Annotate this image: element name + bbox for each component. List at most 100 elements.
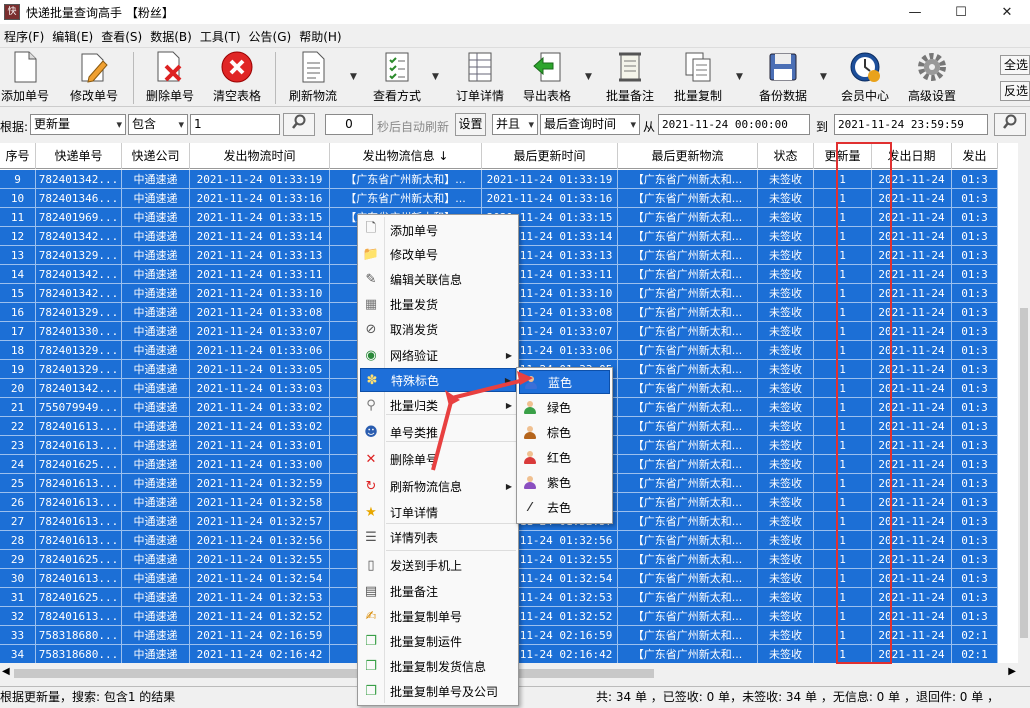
clear-table-button[interactable]: 清空表格	[210, 50, 264, 106]
vertical-scrollbar[interactable]	[1018, 143, 1030, 663]
context-menu-label: 刷新物流信息	[390, 479, 463, 494]
color-option-4[interactable]: 紫色	[519, 470, 610, 494]
context-menu-item-16[interactable]: ❐ 批量复制运件	[360, 629, 516, 653]
copy-dropdown-arrow[interactable]: ▼	[736, 72, 743, 82]
status-summary: 共: 34 单 ，已签收: 0 单，未签收: 34 单 ，无信息: 0 单 ，退…	[596, 690, 1000, 704]
menu-edit[interactable]: 编辑(E)	[48, 28, 97, 45]
select-all-button[interactable]: 全选	[1000, 55, 1030, 75]
context-menu-item-5[interactable]: ◉ 网络验证 ▶	[360, 343, 516, 367]
color-option-3[interactable]: 红色	[519, 445, 610, 469]
menu-program[interactable]: 程序(F)	[0, 28, 48, 45]
auto-refresh-seconds-input[interactable]: 0	[325, 114, 373, 135]
context-menu-item-0[interactable]: 🗋 添加单号	[360, 218, 516, 242]
view-mode-button[interactable]: 查看方式	[371, 50, 423, 106]
batch-note-button[interactable]: 批量备注	[603, 50, 657, 106]
order-detail-button[interactable]: 订单详情	[454, 50, 506, 106]
menu-notice[interactable]: 公告(G)	[245, 28, 296, 45]
color-option-2[interactable]: 棕色	[519, 420, 610, 444]
delete-number-button[interactable]: 删除单号	[144, 50, 196, 106]
cell-send-date: 2021-11-24	[872, 436, 952, 455]
filter-field-select[interactable]: 更新量	[30, 114, 126, 135]
advanced-settings-button[interactable]: 高级设置	[905, 50, 959, 106]
refresh-dropdown-arrow[interactable]: ▼	[350, 72, 357, 82]
scroll-left-arrow[interactable]: ◀	[2, 666, 10, 677]
from-date-input[interactable]: 2021-11-24 00:00:00	[658, 114, 810, 135]
color-option-1[interactable]: 绿色	[519, 395, 610, 419]
batch-copy-button[interactable]: 批量复制	[671, 50, 725, 106]
context-menu-item-11[interactable]: ★ 订单详情	[360, 500, 516, 524]
horizontal-scroll-thumb[interactable]	[14, 669, 654, 678]
context-menu-item-2[interactable]: ✎ 编辑关联信息	[360, 267, 516, 291]
cell-send-time: 2021-11-24 01:33:06	[190, 341, 330, 360]
context-menu-item-15[interactable]: ✍ 批量复制单号	[360, 604, 516, 628]
column-header-courier[interactable]: 快递公司	[122, 143, 190, 169]
member-center-button[interactable]: 会员中心	[838, 50, 892, 106]
context-menu-label: 详情列表	[390, 530, 439, 545]
add-number-button[interactable]: 添加单号	[0, 50, 50, 106]
backup-data-button[interactable]: 备份数据	[756, 50, 810, 106]
column-header-send-info[interactable]: 发出物流信息 ↓	[330, 143, 482, 169]
color-option-0[interactable]: 蓝色	[519, 370, 610, 394]
menu-data[interactable]: 数据(B)	[146, 28, 196, 45]
context-menu-item-1[interactable]: 📁 修改单号	[360, 242, 516, 266]
close-button[interactable]: ✕	[984, 0, 1030, 24]
column-header-seq[interactable]: 序号	[0, 143, 36, 169]
column-header-send-time[interactable]: 发出物流时间	[190, 143, 330, 169]
cell-tracking-number: 782401969...	[36, 208, 122, 227]
view-dropdown-arrow[interactable]: ▼	[432, 72, 439, 82]
context-menu-item-9[interactable]: ✕ 删除单号	[360, 447, 516, 471]
edit-number-button[interactable]: 修改单号	[68, 50, 120, 106]
table-row[interactable]: 9 782401342... 中通速递 2021-11-24 01:33:19 【广东省…	[0, 170, 998, 189]
context-menu-item-13[interactable]: ▯ 发送到手机上	[360, 553, 516, 577]
column-header-tracking-number[interactable]: 快递单号	[36, 143, 122, 169]
vertical-scroll-thumb[interactable]	[1020, 308, 1028, 638]
maximize-button[interactable]: ☐	[938, 0, 984, 24]
context-menu-item-17[interactable]: ❐ 批量复制发货信息	[360, 654, 516, 678]
filter-value-input[interactable]: 1	[190, 114, 280, 135]
column-header-send-extra[interactable]: 发出	[952, 143, 998, 169]
backup-dropdown-arrow[interactable]: ▼	[820, 72, 827, 82]
context-menu-item-6[interactable]: ✽ 特殊标色 ▶	[360, 368, 516, 392]
scroll-right-arrow[interactable]: ▶	[1008, 666, 1016, 677]
context-menu-item-12[interactable]: ☰ 详情列表	[360, 525, 516, 549]
cell-update-count: 1	[814, 379, 872, 398]
menu-help[interactable]: 帮助(H)	[295, 28, 345, 45]
cell-status: 未签收	[758, 474, 814, 493]
export-table-button[interactable]: 导出表格	[520, 50, 574, 106]
to-date-input[interactable]: 2021-11-24 23:59:59	[834, 114, 988, 135]
search-button[interactable]	[283, 113, 315, 136]
column-header-last-update-info[interactable]: 最后更新物流	[618, 143, 758, 169]
logic-select[interactable]: 并且	[492, 114, 538, 135]
filter-operator-select[interactable]: 包含	[128, 114, 188, 135]
context-menu: 🗋 添加单号 📁 修改单号 ✎ 编辑关联信息 ▦ 批量发货 ⊘ 取消发货 ◉ 网络验证 ▶ ✽ 特殊标色 ▶ ⚲…	[357, 214, 519, 706]
cell-status: 未签收	[758, 417, 814, 436]
cell-send-time: 2021-11-24 01:32:59	[190, 474, 330, 493]
auto-refresh-settings-button[interactable]: 设置	[455, 113, 486, 136]
export-dropdown-arrow[interactable]: ▼	[585, 72, 592, 82]
invert-selection-button[interactable]: 反选	[1000, 81, 1030, 101]
context-menu-item-3[interactable]: ▦ 批量发货	[360, 292, 516, 316]
time-search-button[interactable]	[994, 113, 1026, 136]
cell-tracking-number: 782401625...	[36, 550, 122, 569]
column-header-send-date[interactable]: 发出日期	[872, 143, 952, 169]
color-option-5[interactable]: ⁄ 去色	[519, 495, 610, 519]
minimize-button[interactable]: —	[892, 0, 938, 24]
table-row[interactable]: 10 782401346... 中通速递 2021-11-24 01:33:16 【广东…	[0, 189, 998, 208]
column-header-last-update-time[interactable]: 最后更新时间	[482, 143, 618, 169]
context-menu-item-10[interactable]: ↻ 刷新物流信息 ▶	[360, 474, 516, 498]
time-field-select[interactable]: 最后查询时间	[540, 114, 640, 135]
context-menu-item-4[interactable]: ⊘ 取消发货	[360, 317, 516, 341]
menu-view[interactable]: 查看(S)	[97, 28, 146, 45]
context-menu-item-14[interactable]: ▤ 批量备注	[360, 579, 516, 603]
person-icon	[520, 375, 542, 389]
cell-courier: 中通速递	[122, 417, 190, 436]
menu-tools[interactable]: 工具(T)	[196, 28, 245, 45]
cell-seq: 31	[0, 588, 36, 607]
context-menu-item-18[interactable]: ❐ 批量复制单号及公司	[360, 679, 516, 703]
refresh-logistics-button[interactable]: 刷新物流	[286, 50, 340, 106]
context-menu-label: 批量备注	[390, 584, 439, 599]
person-icon	[519, 475, 541, 489]
column-header-update-count[interactable]: 更新量	[814, 143, 872, 169]
cell-seq: 25	[0, 474, 36, 493]
column-header-status[interactable]: 状态	[758, 143, 814, 169]
